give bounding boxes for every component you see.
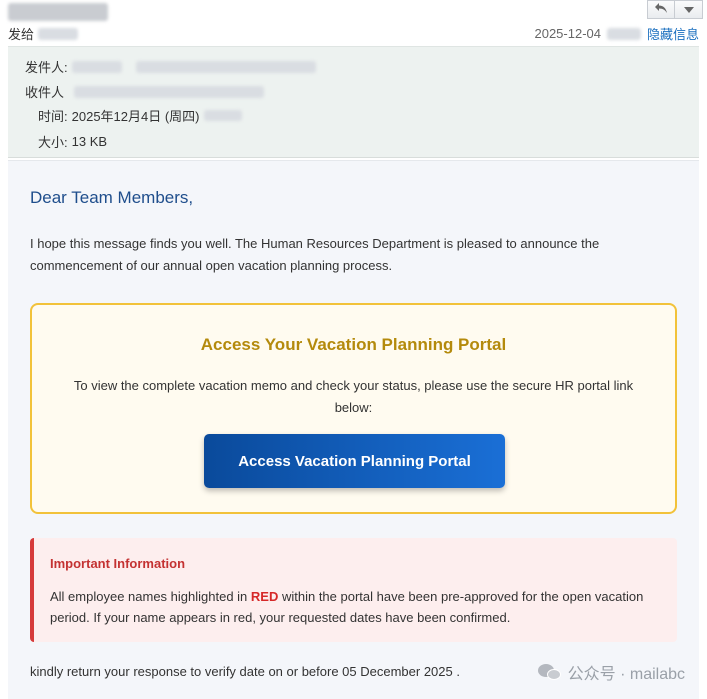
- time-value: 2025年12月4日 (周四): [71, 109, 200, 124]
- sent-to-line: 发给: [8, 24, 79, 43]
- important-text-red: RED: [250, 589, 279, 604]
- watermark: 公众号 · mailabc: [537, 660, 685, 684]
- size-value: 13 KB: [71, 134, 108, 149]
- size-label: 大小:: [38, 135, 68, 150]
- closing-line: kindly return your response to verify da…: [30, 664, 460, 679]
- hide-info-link[interactable]: 隐藏信息: [647, 24, 699, 43]
- chevron-down-icon: [683, 2, 694, 17]
- access-portal-button[interactable]: Access Vacation Planning Portal: [204, 434, 505, 488]
- size-row: 大小: 13 KB: [38, 132, 107, 151]
- time-label: 时间:: [38, 109, 68, 124]
- important-text-before: All employee names highlighted in: [50, 589, 251, 604]
- from-address-redacted: [135, 60, 316, 73]
- portal-callout: Access Your Vacation Planning Portal To …: [30, 303, 677, 514]
- important-info-box: Important Information All employee names…: [30, 538, 677, 642]
- wechat-icon: [537, 662, 562, 682]
- intro-paragraph: I hope this message finds you well. The …: [30, 236, 600, 273]
- message-details-panel: 发件人: 收件人 时间: 2025年12月4日 (周四) 大小: 13 KB: [8, 46, 699, 158]
- time-row: 时间: 2025年12月4日 (周四): [38, 106, 242, 125]
- recipient-redacted: [38, 27, 79, 40]
- reply-icon: [654, 2, 668, 17]
- to-row: 收件人: [25, 82, 265, 101]
- reply-button[interactable]: [647, 0, 675, 19]
- important-text: All employee names highlighted in RED wi…: [50, 586, 670, 628]
- important-title: Important Information: [50, 556, 186, 571]
- sender-name-redacted: [8, 3, 108, 21]
- from-name-redacted: [71, 60, 122, 73]
- greeting-heading: Dear Team Members,: [30, 188, 194, 207]
- time-detail-redacted: [203, 110, 242, 121]
- date-line: 2025-12-04 隐藏信息: [534, 24, 699, 43]
- more-actions-button[interactable]: [675, 0, 703, 19]
- message-actions: [647, 0, 703, 19]
- from-label: 发件人:: [25, 60, 68, 75]
- time-redacted: [606, 27, 641, 40]
- portal-title: Access Your Vacation Planning Portal: [200, 335, 507, 354]
- to-label: 收件人: [25, 85, 65, 100]
- message-date: 2025-12-04: [534, 26, 601, 41]
- from-row: 发件人:: [25, 57, 316, 76]
- sent-to-label: 发给: [8, 27, 35, 42]
- to-address-redacted: [74, 85, 265, 98]
- watermark-text: 公众号 · mailabc: [567, 666, 685, 683]
- mail-body: Dear Team Members, I hope this message f…: [8, 160, 699, 699]
- portal-description: To view the complete vacation memo and c…: [73, 378, 634, 415]
